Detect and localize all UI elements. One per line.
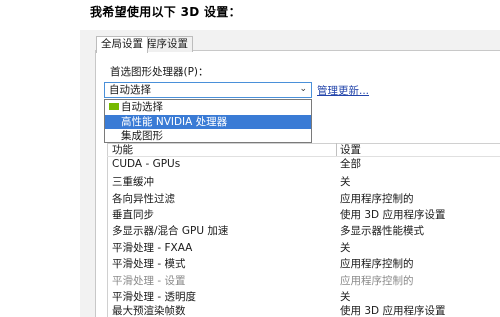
manage-updates-link[interactable]: 管理更新... — [317, 83, 369, 98]
row-feature: 平滑处理 - 透明度 — [112, 291, 196, 303]
chevron-down-icon[interactable]: ⌄ — [299, 84, 307, 94]
row-setting: 应用程序控制的 — [340, 193, 414, 205]
table-row[interactable]: 各向异性过滤 应用程序控制的 — [107, 192, 500, 206]
table-row[interactable]: 平滑处理 - FXAA 关 — [107, 241, 500, 255]
column-header-setting[interactable]: 设置 — [340, 143, 361, 157]
row-feature: 平滑处理 - 设置 — [112, 275, 186, 287]
top-area — [0, 0, 500, 30]
dropdown-list: 自动选择 高性能 NVIDIA 处理器 集成图形 — [104, 99, 312, 143]
row-feature: CUDA - GPUs — [112, 158, 181, 170]
nvidia-icon — [109, 102, 119, 110]
table-row[interactable]: 三重缓冲 关 — [107, 175, 500, 189]
row-setting: 关 — [340, 291, 351, 303]
option-high-performance-nvidia[interactable]: 高性能 NVIDIA 处理器 — [105, 115, 311, 129]
table-row[interactable]: CUDA - GPUs 全部 — [107, 157, 500, 171]
row-feature: 平滑处理 - FXAA — [112, 242, 193, 254]
option-auto-select[interactable]: 自动选择 — [105, 100, 311, 114]
preferred-processor-label: 首选图形处理器(P)： — [110, 66, 209, 78]
row-setting: 全部 — [340, 158, 361, 170]
option-label: 自动选择 — [121, 101, 163, 113]
row-setting: 关 — [340, 176, 351, 188]
row-feature: 最大预渲染帧数 — [112, 305, 186, 317]
processor-dropdown[interactable]: 自动选择 ⌄ — [104, 82, 312, 98]
table-row[interactable]: 垂直同步 使用 3D 应用程序设置 — [107, 208, 500, 222]
option-label: 集成图形 — [121, 130, 163, 142]
row-feature: 三重缓冲 — [112, 176, 154, 188]
table-row[interactable]: 平滑处理 - 设置 应用程序控制的 — [107, 274, 500, 288]
row-feature: 各向异性过滤 — [112, 193, 175, 205]
table-row[interactable]: 平滑处理 - 透明度 关 — [107, 290, 500, 304]
page-heading: 我希望使用以下 3D 设置： — [90, 5, 241, 19]
row-setting: 使用 3D 应用程序设置 — [340, 305, 446, 317]
row-setting: 应用程序控制的 — [340, 258, 414, 270]
column-divider[interactable] — [336, 143, 337, 156]
table-row[interactable]: 多显示器/混合 GPU 加速 多显示器性能模式 — [107, 224, 500, 238]
table-row[interactable]: 最大预渲染帧数 使用 3D 应用程序设置 — [107, 304, 500, 317]
option-integrated-graphics[interactable]: 集成图形 — [105, 129, 311, 143]
dropdown-value: 自动选择 — [109, 84, 151, 96]
row-feature: 垂直同步 — [112, 209, 154, 221]
row-feature: 平滑处理 - 模式 — [112, 258, 186, 270]
tab-global-settings[interactable]: 全局设置 — [96, 36, 148, 53]
tab-program-settings[interactable]: 程序设置 — [141, 36, 193, 52]
table-row[interactable]: 平滑处理 - 模式 应用程序控制的 — [107, 257, 500, 271]
column-header-feature[interactable]: 功能 — [112, 143, 133, 157]
row-setting: 应用程序控制的 — [340, 275, 414, 287]
option-label: 高性能 NVIDIA 处理器 — [121, 116, 228, 128]
row-setting: 多显示器性能模式 — [340, 225, 424, 237]
row-setting: 关 — [340, 242, 351, 254]
row-setting: 使用 3D 应用程序设置 — [340, 209, 446, 221]
row-feature: 多显示器/混合 GPU 加速 — [112, 225, 229, 237]
